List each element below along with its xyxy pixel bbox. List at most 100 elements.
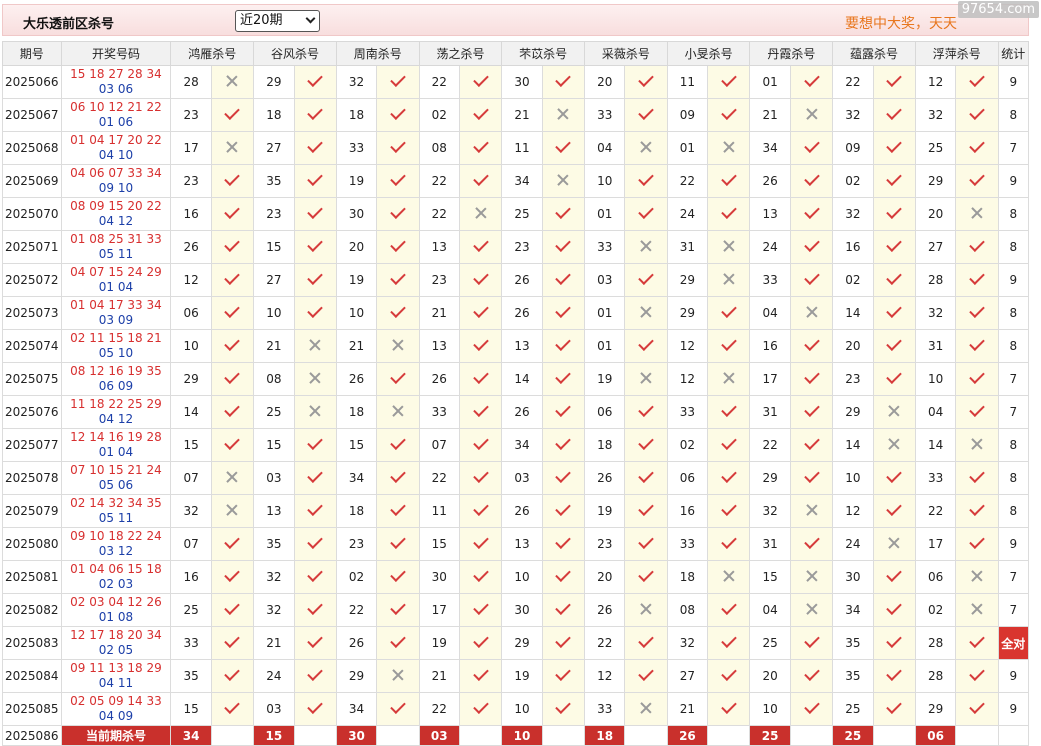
result-mark-cell [707,692,751,726]
kill-number-cell: 13 [501,527,543,561]
front-numbers: 02 05 09 14 33 [70,694,162,708]
kill-number-cell: 22 [832,65,874,99]
back-numbers: 04 12 [98,412,134,426]
draw-numbers-cell: 02 03 04 12 26 01 08 [60,593,172,627]
kill-number-cell: 25 [832,692,874,726]
blank-cell [458,725,503,746]
result-mark-cell [376,428,420,462]
kill-number-cell: 11 [501,131,543,165]
check-icon [390,566,406,582]
draw-numbers-cell: 12 14 16 19 28 01 04 [60,428,172,462]
back-numbers: 04 12 [98,214,134,228]
kill-number-cell: 06 [914,560,957,594]
kill-number-cell: 02 [832,164,874,198]
cross-icon [392,339,404,351]
kill-number-cell: 29 [170,362,212,396]
check-icon [390,500,406,516]
cross-icon [723,570,735,582]
result-mark-cell [624,461,668,495]
cross-icon [971,603,983,615]
kill-number-cell: 33 [914,461,957,495]
period-cell: 2025084 [2,659,62,693]
kill-number-cell: 32 [253,593,295,627]
cross-icon [971,438,983,450]
result-mark-cell [541,65,586,99]
result-mark-cell [293,494,337,528]
check-icon [886,665,902,681]
check-icon [969,269,985,285]
front-numbers: 09 10 18 22 24 [70,529,162,543]
result-mark-cell [789,65,834,99]
check-icon [472,137,489,153]
kill-number-cell: 24 [749,230,791,264]
kill-number-cell: 32 [170,494,212,528]
check-icon [555,71,572,87]
column-header: 小旻杀号 [666,41,751,66]
check-icon [638,335,654,351]
back-numbers: 05 11 [98,247,134,261]
check-icon [886,599,902,615]
check-icon [390,203,406,219]
result-mark-cell [955,659,999,693]
cross-icon [723,240,735,252]
back-numbers: 02 03 [98,577,134,591]
result-mark-cell [210,692,255,726]
result-mark-cell [872,560,916,594]
check-icon [390,632,406,648]
back-numbers: 04 11 [98,676,134,690]
kill-number-cell: 12 [170,263,212,297]
draw-numbers-cell: 11 18 22 25 29 04 12 [60,395,172,429]
result-mark-cell [955,197,999,231]
kill-number-cell: 03 [253,692,295,726]
result-mark-cell [458,395,503,429]
cross-icon [309,405,321,417]
check-icon [969,137,985,153]
check-icon [803,71,820,87]
check-icon [886,368,902,384]
result-mark-cell [293,362,337,396]
chevron-down-icon [305,13,316,24]
result-mark-cell [458,197,503,231]
check-icon [721,302,737,318]
cross-icon [806,306,818,318]
kill-number-cell: 30 [501,593,543,627]
kill-number-cell: 28 [914,626,957,660]
kill-number-cell: 26 [749,164,791,198]
kill-number-cell: 27 [253,131,295,165]
kill-number-cell: 19 [584,494,626,528]
period-select[interactable]: 近20期 [235,10,320,32]
result-mark-cell [458,98,503,132]
check-icon [555,434,572,450]
kill-number-cell: 02 [914,593,957,627]
kill-number-cell: 24 [253,659,295,693]
check-icon [390,269,406,285]
kill-number-cell: 20 [335,230,378,264]
check-icon [886,71,902,87]
check-icon [555,302,572,318]
check-icon [555,698,572,714]
cross-icon [640,702,652,714]
table-row: 2025071 01 08 25 31 33 05 11 26 15 20 13 23 33 31… [2,230,1030,264]
period-cell: 2025079 [2,494,62,528]
kill-number-cell: 02 [832,263,874,297]
result-mark-cell [955,131,999,165]
check-icon [969,467,985,483]
kill-number-cell: 14 [832,428,874,462]
kill-number-cell: 19 [335,164,378,198]
result-mark-cell [376,131,420,165]
kill-number-cell: 19 [584,362,626,396]
check-icon [721,434,737,450]
result-mark-cell [210,494,255,528]
cross-icon [226,75,238,87]
kill-number-cell: 31 [749,527,791,561]
stat-cell: 7 [997,560,1030,594]
kill-number-cell: 30 [832,560,874,594]
back-numbers: 02 05 [98,643,134,657]
result-mark-cell [872,65,916,99]
result-mark-cell [376,560,420,594]
result-mark-cell [541,263,586,297]
check-icon [307,698,323,714]
cross-icon [226,471,238,483]
check-icon [224,170,241,186]
check-icon [472,500,489,516]
